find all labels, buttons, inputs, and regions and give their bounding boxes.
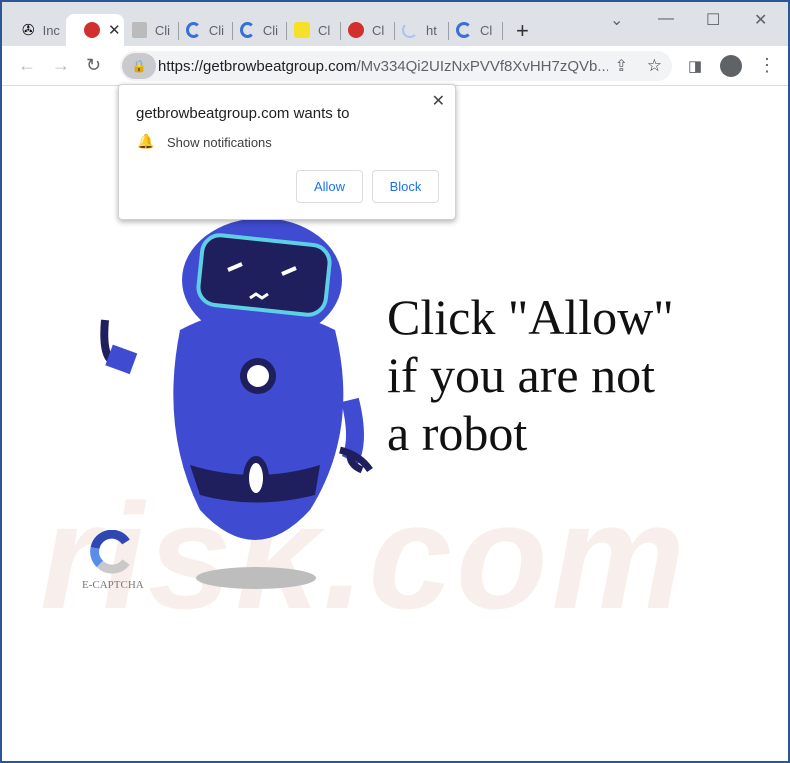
- captcha-icon: [186, 22, 201, 38]
- headline-line-3: a robot: [387, 405, 528, 461]
- tab-1[interactable]: ✇ Inc: [4, 14, 66, 46]
- tab-bar: ✇ Inc ✕ Cli Cli Cli Cl Cl ht Cl + ⌄ — ☐ ✕: [2, 2, 788, 46]
- tab-title: Inc: [42, 22, 60, 38]
- headline: Click "Allow" if you are not a robot: [387, 288, 674, 462]
- headline-line-1: Click "Allow": [387, 289, 674, 345]
- red-circle-icon: [84, 22, 100, 38]
- toolbar: ← → ↻ 🔒 https://getbrowbeatgroup.com/Mv3…: [2, 46, 788, 86]
- forward-button[interactable]: →: [52, 55, 70, 76]
- reload-button[interactable]: ↻: [86, 55, 101, 76]
- tab-3[interactable]: Cli: [114, 14, 170, 46]
- e-captcha-label: E-CAPTCHA: [82, 579, 144, 591]
- block-button[interactable]: Block: [372, 170, 439, 203]
- tab-5[interactable]: Cli: [222, 14, 278, 46]
- headline-line-2: if you are not: [387, 347, 655, 403]
- red-circle-icon: [348, 22, 364, 38]
- tab-4[interactable]: Cli: [168, 14, 224, 46]
- captcha-icon: [456, 22, 472, 38]
- tab-9[interactable]: Cl: [438, 14, 494, 46]
- captcha-icon: [240, 22, 255, 38]
- popup-close-button[interactable]: ✕: [432, 91, 445, 111]
- tab-title: Cl: [372, 22, 385, 38]
- url-path: /Mv334Qi2UIzNxPVVf8XvHH7zQVb...: [356, 57, 608, 75]
- allow-button[interactable]: Allow: [296, 170, 363, 203]
- url-domain: https://getbrowbeatgroup.com: [158, 57, 357, 75]
- url-text[interactable]: https://getbrowbeatgroup.com/Mv334Qi2UIz…: [158, 58, 608, 75]
- permission-label: Show notifications: [167, 135, 272, 150]
- share-icon[interactable]: ⇪: [615, 56, 628, 76]
- tab-title: Cl: [480, 22, 493, 38]
- address-bar[interactable]: 🔒 https://getbrowbeatgroup.com/Mv334Qi2U…: [120, 51, 672, 81]
- tab-8[interactable]: ht: [384, 14, 440, 46]
- new-tab-button[interactable]: +: [516, 18, 529, 44]
- lock-icon[interactable]: 🔒: [122, 53, 156, 79]
- popup-title: getbrowbeatgroup.com wants to: [136, 105, 350, 122]
- bell-icon: 🔔: [137, 133, 155, 149]
- tab-6[interactable]: Cl: [276, 14, 332, 46]
- tab-title: ht: [426, 22, 437, 38]
- loading-icon: [402, 22, 418, 38]
- bookmark-star-icon[interactable]: ☆: [647, 56, 662, 76]
- back-button[interactable]: ←: [18, 55, 36, 76]
- profile-avatar[interactable]: [720, 55, 742, 77]
- side-panel-icon[interactable]: ◨: [688, 57, 702, 75]
- yellow-lock-icon: [294, 22, 310, 38]
- maximize-button[interactable]: ☐: [706, 10, 720, 30]
- e-captcha-logo-icon: [90, 530, 130, 574]
- notification-permission-popup: getbrowbeatgroup.com wants to ✕ 🔔 Show n…: [118, 84, 456, 220]
- film-reel-icon: ✇: [22, 22, 35, 39]
- tab-title: Cl: [318, 22, 331, 38]
- minimize-button[interactable]: —: [658, 10, 674, 28]
- robot-icon: [132, 22, 147, 38]
- menu-icon[interactable]: ⋮: [758, 55, 776, 76]
- tab-search-chevron-icon[interactable]: ⌄: [610, 10, 623, 30]
- close-window-button[interactable]: ✕: [754, 10, 767, 30]
- tab-7[interactable]: Cl: [330, 14, 386, 46]
